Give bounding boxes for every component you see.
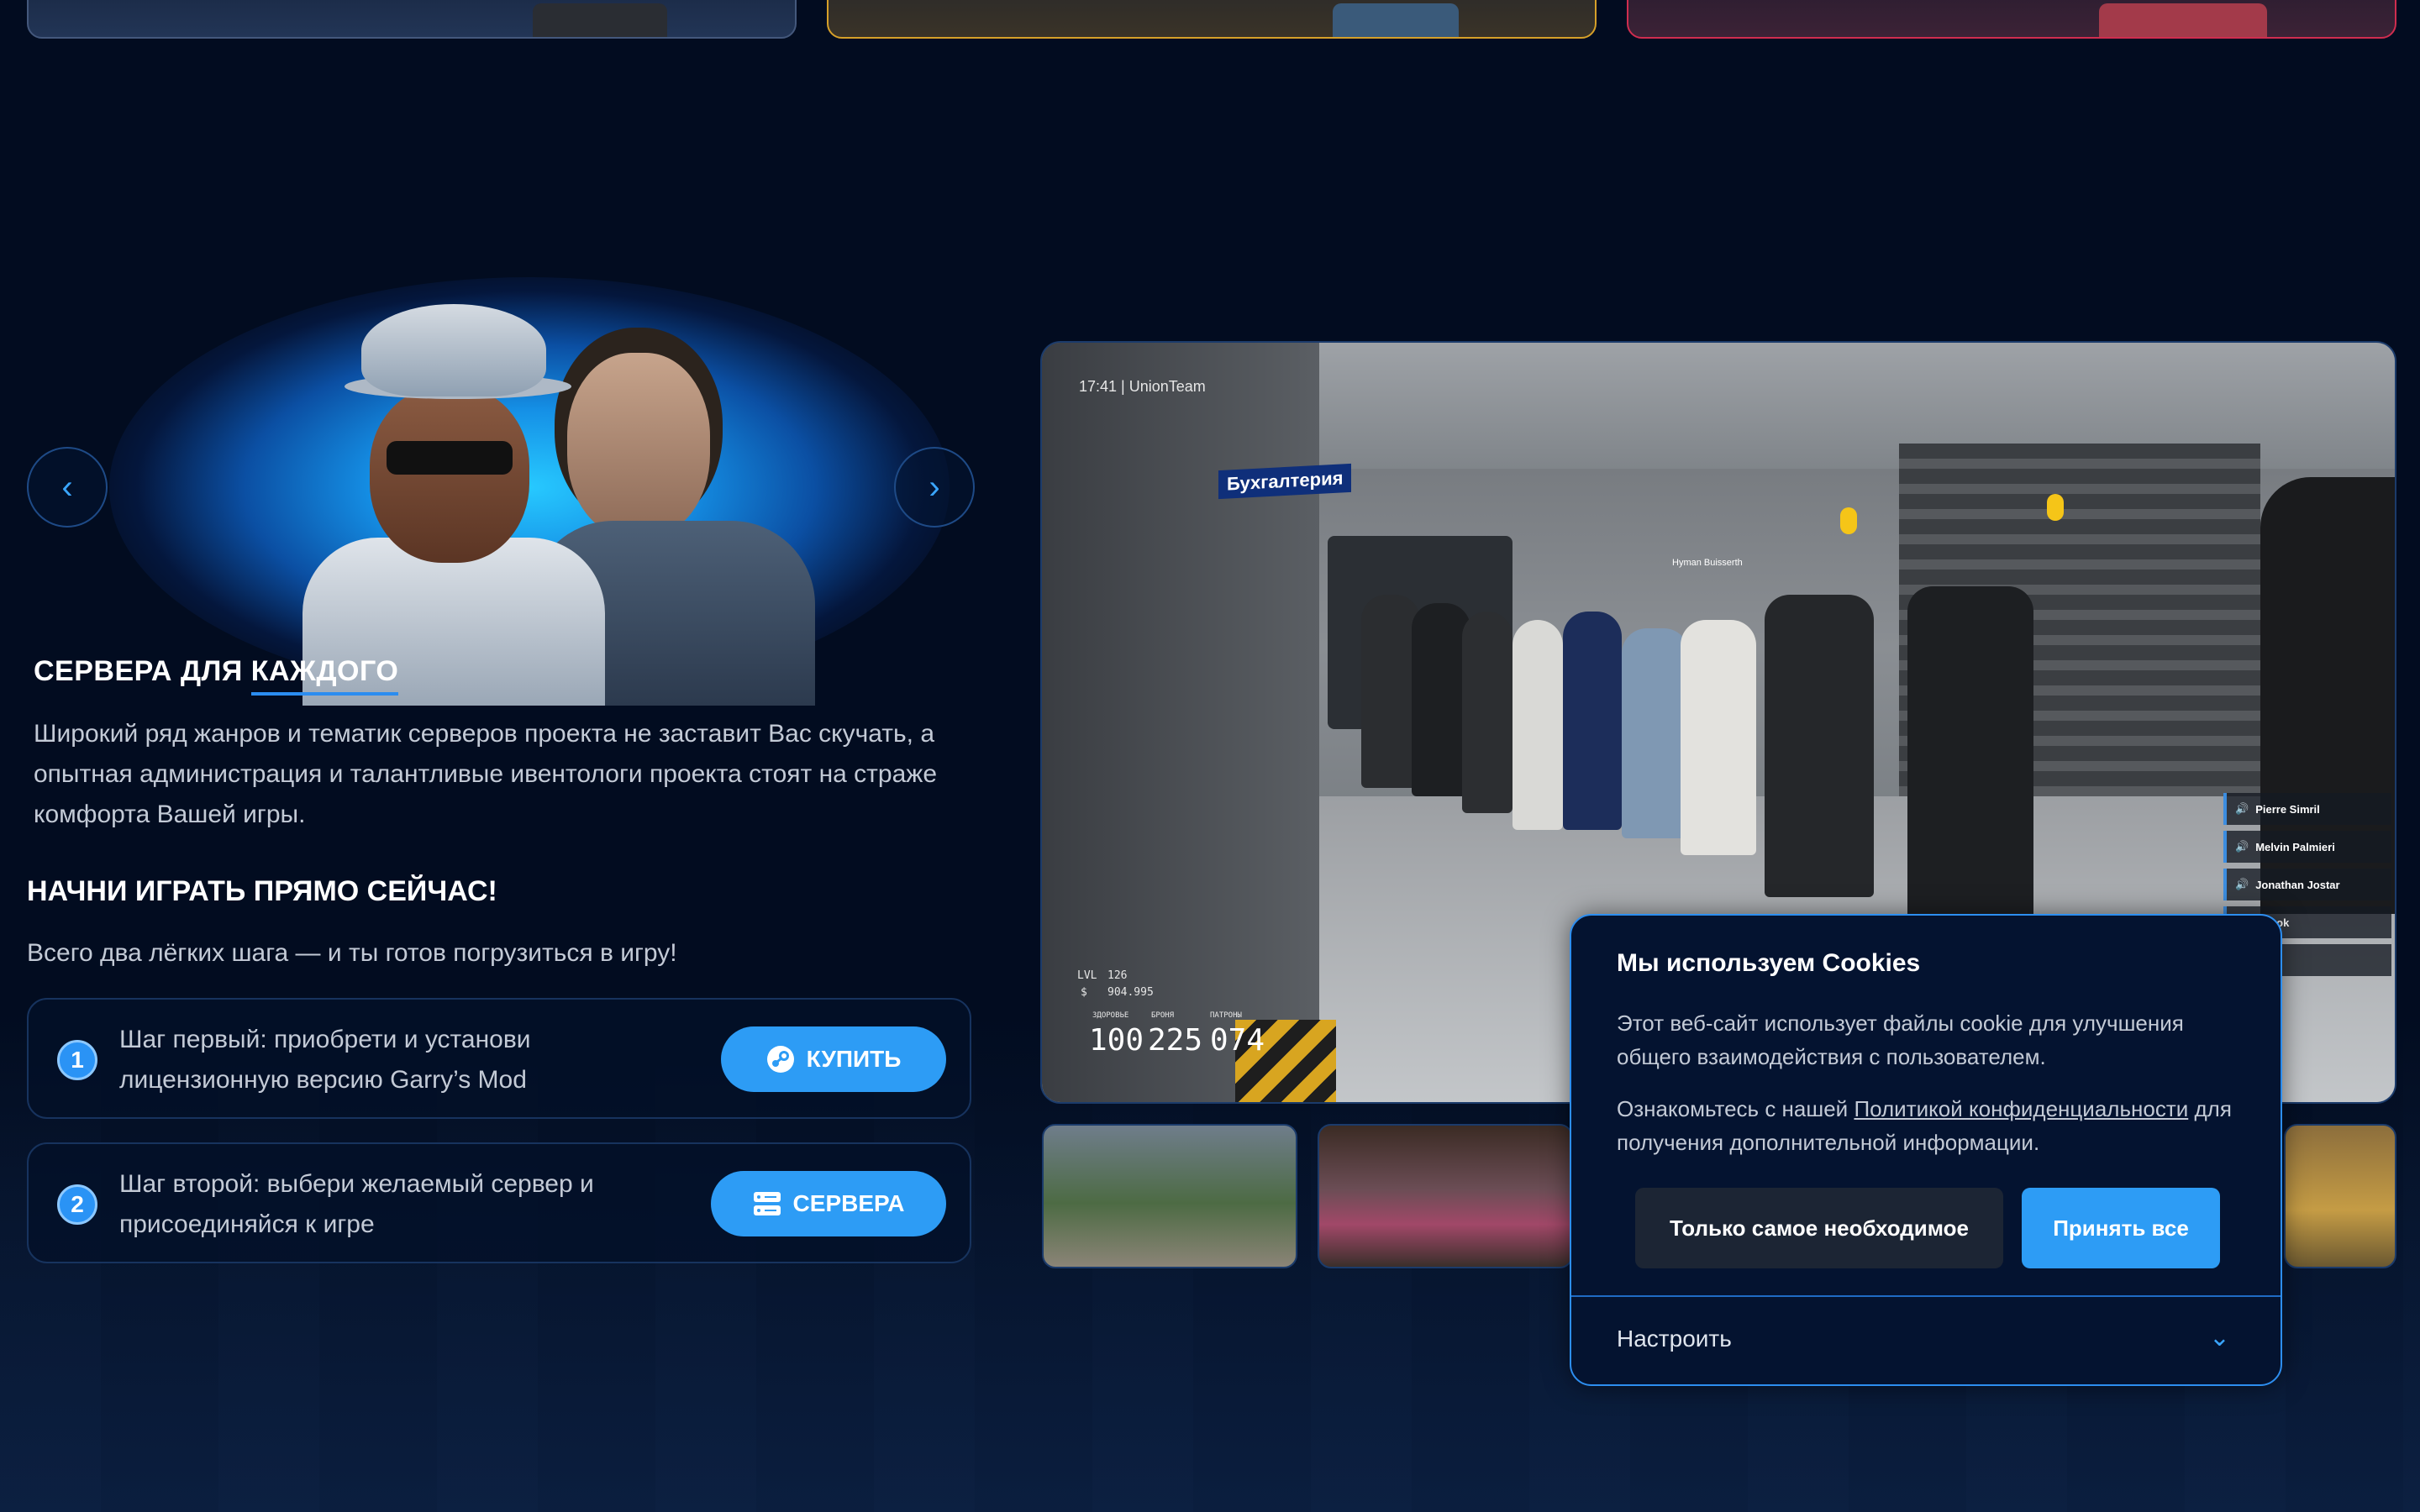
chevron-down-icon[interactable]: ⌄ <box>2209 1326 2230 1351</box>
step-text: Шаг второй: выбери желаемый сервер и при… <box>119 1170 594 1238</box>
cookie-dialog: Мы используем Cookies Этот веб-сайт испо… <box>1570 914 2282 1386</box>
hud-health: 100 <box>1089 1023 1144 1058</box>
cookie-policy-text: Ознакомьтесь с нашей Политикой конфиденц… <box>1617 1096 2232 1155</box>
server-card-top-3[interactable] <box>1627 0 2396 39</box>
server-card-top-1[interactable] <box>27 0 797 39</box>
step-text: Шаг первый: приобрети и установи лицензи… <box>119 1026 531 1094</box>
hud-time: 17:41 | UnionTeam <box>1079 378 1206 395</box>
voice-mic-icon <box>2047 494 2064 521</box>
speaker-icon: 🔊 <box>2235 802 2249 815</box>
section-description: Широкий ряд жанров и тематик серверов пр… <box>34 720 938 828</box>
buy-button[interactable]: КУПИТЬ <box>721 1026 946 1092</box>
hud-stats: LVL 126 $ 904.995 ЗДОРОВЬЕ БРОНЯ ПАТРОНЫ… <box>1077 969 1265 1058</box>
accept-all-button[interactable]: Принять все <box>2022 1188 2220 1268</box>
carousel-next-button[interactable]: › <box>894 447 975 528</box>
step-card-2: 2 Шаг второй: выбери желаемый сервер и п… <box>27 1142 971 1263</box>
servers-button-label: СЕРВЕРА <box>792 1190 905 1216</box>
game-sign: Бухгалтерия <box>1218 463 1352 500</box>
character-figure <box>1333 3 1459 37</box>
voice-item: 🔊 Pierre Simril <box>2223 793 2391 825</box>
player-tag: Hyman Buisserth <box>1672 558 1743 568</box>
character-figure <box>533 3 667 37</box>
cookie-title: Мы используем Cookies <box>1617 949 1921 977</box>
speaker-icon: 🔊 <box>2235 878 2249 890</box>
divider <box>1571 1295 2281 1297</box>
chevron-right-icon: › <box>929 469 940 506</box>
servers-button[interactable]: СЕРВЕРА <box>711 1171 946 1236</box>
start-subtitle: Всего два лёгких шага — и ты готов погру… <box>27 939 677 967</box>
hud-armor: 225 <box>1148 1023 1203 1058</box>
cookie-settings-toggle[interactable]: Настроить <box>1617 1326 1732 1352</box>
speaker-icon: 🔊 <box>2235 840 2249 853</box>
only-necessary-button[interactable]: Только самое необходимое <box>1635 1188 2003 1268</box>
carousel-prev-button[interactable]: ‹ <box>27 447 108 528</box>
character-figure <box>2099 3 2267 37</box>
voice-item: 🔊 Melvin Palmieri <box>2223 831 2391 863</box>
hero-characters <box>277 294 882 706</box>
privacy-policy-link[interactable]: Политикой конфиденциальности <box>1854 1096 2188 1121</box>
gallery-thumbnail[interactable] <box>2284 1124 2396 1268</box>
gallery-thumbnail[interactable] <box>1318 1124 1573 1268</box>
server-icon <box>753 1192 781 1215</box>
gallery-thumbnail[interactable] <box>1042 1124 1297 1268</box>
voice-item: 🔊 Jonathan Jostar <box>2223 869 2391 900</box>
voice-mic-icon <box>1840 507 1857 534</box>
step-card-1: 1 Шаг первый: приобрети и установи лицен… <box>27 998 971 1119</box>
server-card-top-2[interactable] <box>827 0 1597 39</box>
buy-button-label: КУПИТЬ <box>806 1046 902 1072</box>
chevron-left-icon: ‹ <box>61 469 73 506</box>
start-title: НАЧНИ ИГРАТЬ ПРЯМО СЕЙЧАС! <box>27 875 497 907</box>
cookie-text: Этот веб-сайт использует файлы cookie дл… <box>1617 1011 2184 1069</box>
hud-ammo: 074 <box>1210 1023 1265 1058</box>
step-number: 2 <box>57 1184 97 1225</box>
section-title: СЕРВЕРА ДЛЯ КАЖДОГО <box>34 655 399 696</box>
steam-icon <box>766 1046 794 1073</box>
step-number: 1 <box>57 1040 97 1080</box>
